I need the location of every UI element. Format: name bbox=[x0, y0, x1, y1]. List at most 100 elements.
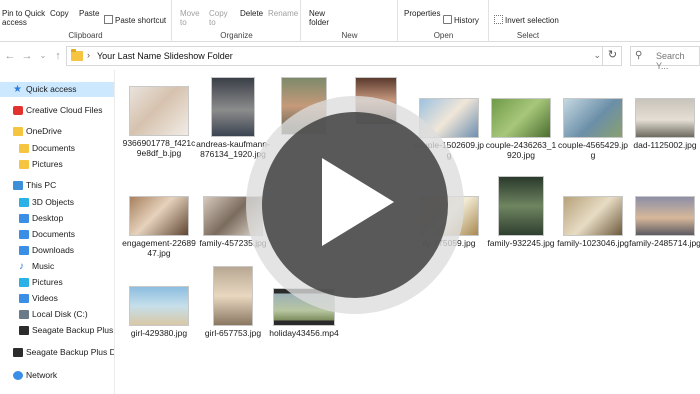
sidebar-item-seagate-backup-1[interactable]: Seagate Backup Plus D bbox=[0, 323, 114, 338]
file-thumbnail bbox=[211, 77, 255, 137]
play-icon bbox=[322, 158, 394, 246]
file-thumbnail bbox=[213, 266, 253, 326]
sidebar-item-3d-objects[interactable]: 3D Objects bbox=[0, 195, 114, 210]
drive-icon bbox=[19, 326, 29, 335]
file-thumbnail bbox=[635, 98, 695, 138]
properties-button[interactable]: Properties bbox=[404, 9, 440, 18]
file-name: holiday43456.mp4 bbox=[269, 328, 339, 338]
sidebar-item-local-disk[interactable]: Local Disk (C:) bbox=[0, 307, 114, 322]
folder-icon bbox=[71, 49, 83, 61]
file-item[interactable]: family-2485714.jpg bbox=[628, 196, 700, 248]
search-input[interactable]: ⚲ Search Y... bbox=[630, 46, 700, 71]
sidebar-item-creative-cloud-files[interactable]: Creative Cloud Files bbox=[0, 103, 114, 118]
file-item[interactable]: couple-4565429.jpg bbox=[556, 98, 630, 160]
file-thumbnail bbox=[491, 98, 551, 138]
sidebar-item-pictures[interactable]: Pictures bbox=[0, 275, 114, 290]
file-thumbnail bbox=[498, 176, 544, 236]
file-thumbnail bbox=[129, 196, 189, 236]
open-group: Properties History Open bbox=[399, 0, 489, 42]
sidebar-item-onedrive[interactable]: OneDrive bbox=[0, 124, 114, 139]
file-item[interactable]: andreas-kaufmann-876134_1920.jpg bbox=[196, 77, 270, 159]
clipboard-group-label: Clipboard bbox=[68, 31, 103, 40]
file-name: family-2485714.jpg bbox=[629, 238, 700, 248]
file-name: couple-2436263_1920.jpg bbox=[485, 140, 557, 160]
recent-locations-chevron-icon[interactable]: ⌄ bbox=[36, 48, 50, 64]
file-item[interactable]: girl-657753.jpg bbox=[196, 266, 270, 338]
paste-button[interactable]: Paste bbox=[79, 9, 99, 18]
star-icon: ★ bbox=[13, 84, 22, 95]
sidebar-item-quick-access[interactable]: ★ Quick access bbox=[0, 82, 114, 97]
rename-button[interactable]: Rename bbox=[268, 9, 298, 18]
file-thumbnail bbox=[635, 196, 695, 236]
desktop-icon bbox=[19, 214, 29, 223]
file-item[interactable]: girl-429380.jpg bbox=[122, 286, 196, 338]
file-name: engagement-2268947.jpg bbox=[122, 238, 196, 258]
drive-icon bbox=[13, 348, 23, 357]
mouse-cursor-icon bbox=[416, 356, 430, 372]
refresh-icon[interactable]: ↻ bbox=[602, 46, 622, 66]
sidebar-item-network[interactable]: Network bbox=[0, 368, 114, 383]
invert-selection-icon bbox=[494, 15, 503, 24]
file-item[interactable]: 9366901778_f421c9e8df_b.jpg bbox=[122, 86, 196, 158]
up-arrow-icon[interactable]: ↑ bbox=[51, 48, 65, 64]
file-thumbnail bbox=[129, 86, 189, 136]
file-item[interactable]: family-1023046.jpg bbox=[556, 196, 630, 248]
organize-group: Move to Copy to Delete Rename Organize bbox=[173, 0, 301, 42]
videos-icon bbox=[19, 294, 29, 303]
file-name: family-1023046.jpg bbox=[557, 238, 629, 248]
file-name: family-932245.jpg bbox=[487, 238, 555, 248]
sidebar-item-seagate-backup-2[interactable]: Seagate Backup Plus Driv bbox=[0, 345, 114, 360]
breadcrumb[interactable]: Your Last Name Slideshow Folder bbox=[97, 51, 233, 61]
pane-divider[interactable] bbox=[114, 70, 115, 394]
file-name: girl-657753.jpg bbox=[204, 328, 262, 338]
copy-to-button[interactable]: Copy to bbox=[209, 9, 233, 27]
sidebar-item-documents[interactable]: Documents bbox=[0, 227, 114, 242]
new-group: New folder New bbox=[302, 0, 398, 42]
forward-arrow-icon[interactable]: → bbox=[20, 48, 34, 64]
breadcrumb-chevron-icon[interactable]: › bbox=[87, 50, 90, 60]
file-item[interactable]: engagement-2268947.jpg bbox=[122, 196, 196, 258]
file-thumbnail bbox=[563, 98, 623, 138]
disk-icon bbox=[19, 310, 29, 319]
folder-icon bbox=[19, 160, 29, 169]
computer-icon bbox=[13, 181, 23, 190]
paste-shortcut-icon bbox=[104, 15, 113, 24]
sidebar-item-desktop[interactable]: Desktop bbox=[0, 211, 114, 226]
file-item[interactable]: couple-2436263_1920.jpg bbox=[484, 98, 558, 160]
sidebar-item-downloads[interactable]: Downloads bbox=[0, 243, 114, 258]
sidebar-item-onedrive-documents[interactable]: Documents bbox=[0, 141, 114, 156]
file-name: dad-1125002.jpg bbox=[633, 140, 697, 150]
history-button[interactable]: History bbox=[443, 15, 479, 25]
file-thumbnail bbox=[129, 286, 189, 326]
paste-shortcut-button[interactable]: Paste shortcut bbox=[104, 15, 166, 25]
new-folder-button[interactable]: New folder bbox=[309, 9, 337, 27]
file-name: couple-4565429.jpg bbox=[558, 140, 628, 160]
sidebar-item-music[interactable]: ♪ Music bbox=[0, 259, 114, 274]
open-group-label: Open bbox=[433, 31, 454, 40]
pin-to-quick-access-button[interactable]: Pin to Quick access bbox=[2, 9, 48, 27]
new-group-label: New bbox=[341, 31, 358, 40]
copy-button[interactable]: Copy bbox=[50, 9, 69, 18]
navigation-pane: ★ Quick access Creative Cloud Files OneD… bbox=[0, 70, 114, 394]
back-arrow-icon[interactable]: ← bbox=[3, 48, 17, 64]
network-icon bbox=[13, 371, 23, 380]
delete-button[interactable]: Delete bbox=[240, 9, 263, 18]
ribbon: Pin to Quick access Copy Paste Paste sho… bbox=[0, 0, 700, 42]
address-dropdown-chevron-icon[interactable]: ⌄ bbox=[593, 50, 601, 61]
file-item[interactable]: family-932245.jpg bbox=[484, 176, 558, 248]
file-item[interactable]: dad-1125002.jpg bbox=[628, 98, 700, 150]
sidebar-item-this-pc[interactable]: This PC bbox=[0, 178, 114, 193]
invert-selection-button[interactable]: Invert selection bbox=[494, 15, 559, 25]
sidebar-item-onedrive-pictures[interactable]: Pictures bbox=[0, 157, 114, 172]
search-placeholder: Search Y... bbox=[656, 51, 685, 71]
file-name: 9366901778_f421c9e8df_b.jpg bbox=[122, 138, 196, 158]
address-bar[interactable]: › Your Last Name Slideshow Folder ⌄ bbox=[66, 46, 622, 66]
sidebar-item-videos[interactable]: Videos bbox=[0, 291, 114, 306]
history-icon bbox=[443, 15, 452, 24]
pictures-icon bbox=[19, 278, 29, 287]
documents-icon bbox=[19, 230, 29, 239]
folder-icon bbox=[19, 144, 29, 153]
move-to-button[interactable]: Move to bbox=[180, 9, 204, 27]
creative-cloud-icon bbox=[13, 106, 23, 115]
downloads-icon bbox=[19, 246, 29, 255]
